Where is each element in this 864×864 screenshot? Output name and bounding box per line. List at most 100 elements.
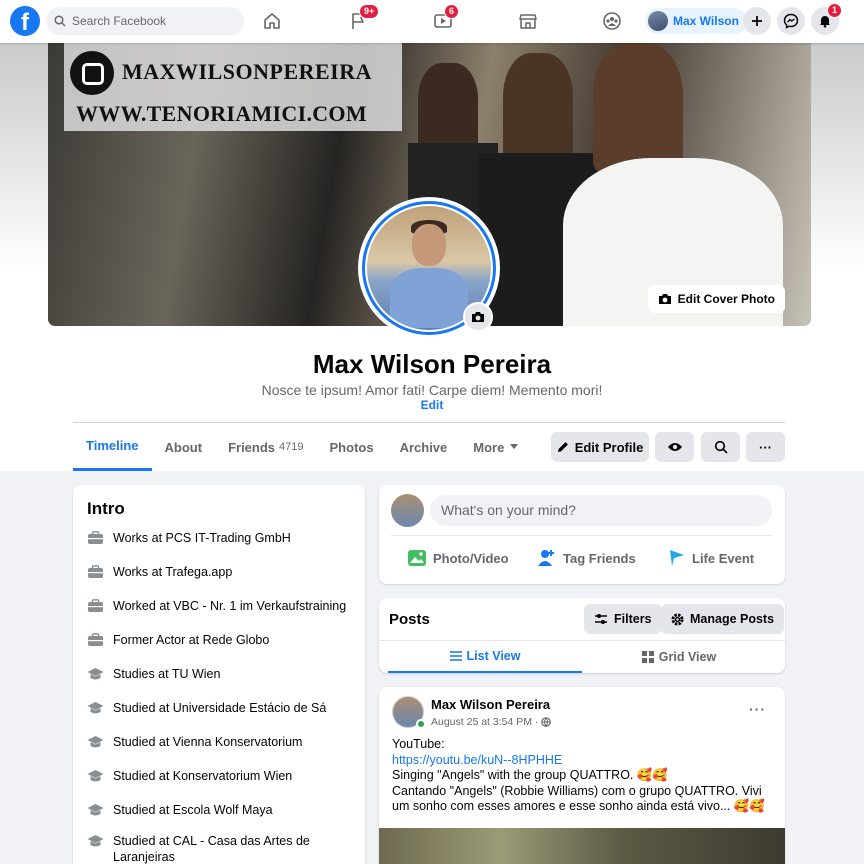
intro-item[interactable]: Studies at TU Wien [87,666,347,682]
online-status-dot [416,719,426,729]
pages-nav-button[interactable]: 9+ [345,4,380,34]
life-event-label: Life Event [692,550,755,566]
flag-icon [670,550,684,566]
manage-posts-label: Manage Posts [690,612,775,626]
photo-video-button[interactable]: Photo/Video [407,549,509,567]
edit-cover-photo-button[interactable]: Edit Cover Photo [647,285,785,313]
caret-down-icon [510,444,519,449]
tab-friends[interactable]: Friends 4719 [215,423,316,471]
cover-person [503,53,573,163]
tab-timeline[interactable]: Timeline [73,423,152,471]
watch-badge: 6 [444,4,460,19]
profile-shortcut-name: Max Wilson [673,14,739,28]
intro-item[interactable]: Studied at CAL - Casa das Artes de Laran… [87,833,347,864]
post-image[interactable] [379,828,785,864]
intro-item-text: Works at PCS IT-Trading GmbH [113,531,291,545]
intro-item-text: Worked at VBC - Nr. 1 im Verkaufstrainin… [113,599,347,613]
avatar [648,11,668,31]
tag-friends-button[interactable]: Tag Friends [537,549,636,567]
intro-item[interactable]: Works at Trafega.app [87,564,347,580]
cover-person [593,43,683,173]
life-event-button[interactable]: Life Event [668,549,754,567]
intro-item[interactable]: Studied at Konservatorium Wien [87,768,347,784]
tab-friends-label: Friends [228,439,276,455]
search-icon [54,15,66,27]
post-meta: August 25 at 3:54 PM · [431,716,552,728]
tag-friends-icon [538,550,554,566]
tab-about[interactable]: About [152,423,216,471]
update-profile-picture-button[interactable] [463,302,493,332]
home-icon [264,13,280,29]
facebook-logo[interactable]: f [10,6,40,36]
graduation-cap-icon [87,668,104,680]
intro-item-text: Studied at CAL - Casa das Artes de Laran… [113,834,310,864]
profile-bio: Nosce te ipsum! Amor fati! Carpe diem! M… [261,382,603,398]
intro-item[interactable]: Worked at VBC - Nr. 1 im Verkaufstrainin… [87,598,347,614]
eye-icon [667,443,682,451]
tab-more[interactable]: More [460,423,532,471]
pages-badge: 9+ [359,4,380,19]
pencil-icon [557,442,568,452]
instagram-icon [70,51,114,95]
friends-count: 4719 [279,441,304,453]
view-as-button[interactable] [655,432,694,462]
edit-bio-link[interactable]: Edit [0,398,864,412]
globe-icon [541,717,552,727]
avatar-face [412,224,446,266]
notifications-button[interactable]: 1 [811,3,843,35]
marketplace-nav-button[interactable] [515,8,541,34]
intro-title: Intro [87,499,125,518]
watch-nav-button[interactable]: 6 [430,4,460,34]
tab-timeline-label: Timeline [86,438,139,453]
groups-nav-button[interactable] [599,8,625,34]
briefcase-icon [88,531,103,544]
tab-archive-label: Archive [399,439,448,455]
tab-archive[interactable]: Archive [387,423,461,471]
tab-photos[interactable]: Photos [317,423,387,471]
graduation-cap-icon [87,835,104,847]
graduation-cap-icon [87,770,104,782]
edit-profile-button[interactable]: Edit Profile [551,432,649,462]
create-button[interactable] [743,7,771,35]
filters-button[interactable]: Filters [584,604,662,634]
search-profile-button[interactable] [701,432,740,462]
profile-name: Max Wilson Pereira [312,349,552,379]
intro-item-text: Studied at Konservatorium Wien [113,769,293,783]
post-timestamp[interactable]: August 25 at 3:54 PM · [431,716,538,728]
profile-shortcut[interactable]: Max Wilson [645,8,747,34]
notifications-badge: 1 [827,3,843,18]
intro-item[interactable]: Studied at Universidade Estácio de Sá [87,700,347,716]
intro-item[interactable]: Studied at Vienna Konservatorium [87,734,347,750]
whats-on-your-mind-input[interactable]: What's on your mind? [430,495,772,526]
search-box[interactable] [46,7,244,35]
cover-watermark-url: WWW.TENORIAMICI.COM [76,101,367,126]
post-options-button[interactable]: ··· [749,701,766,717]
list-view-tab[interactable]: List View [388,641,582,673]
intro-item-text: Studied at Vienna Konservatorium [113,735,303,749]
briefcase-icon [88,599,103,612]
tab-about-label: About [164,439,203,455]
intro-item[interactable]: Works at PCS IT-Trading GmbH [87,530,347,546]
manage-posts-button[interactable]: Manage Posts [661,604,785,634]
more-options-button[interactable]: ··· [746,432,785,462]
home-nav-button[interactable] [259,8,285,34]
intro-item-text: Former Actor at Rede Globo [113,633,270,647]
post-link[interactable]: https://youtu.be/kuN--8HPHHE [392,753,772,769]
tag-friends-label: Tag Friends [563,550,636,566]
camera-icon [472,312,484,322]
search-input[interactable] [72,14,232,28]
grid-icon [641,651,654,663]
post-author[interactable]: Max Wilson Pereira [431,697,550,712]
intro-item[interactable]: Studied at Escola Wolf Maya [87,802,347,818]
tab-photos-label: Photos [329,439,374,455]
grid-view-tab[interactable]: Grid View [582,641,776,673]
messenger-button[interactable] [777,7,805,35]
list-view-label: List View [466,649,521,663]
cover-person [418,63,478,153]
messenger-icon [783,13,799,29]
avatar-shirt [390,268,468,328]
graduation-cap-icon [87,736,104,748]
intro-item[interactable]: Former Actor at Rede Globo [87,632,347,648]
briefcase-icon [88,565,103,578]
intro-card: Intro Works at PCS IT-Trading GmbH Works … [73,485,365,864]
